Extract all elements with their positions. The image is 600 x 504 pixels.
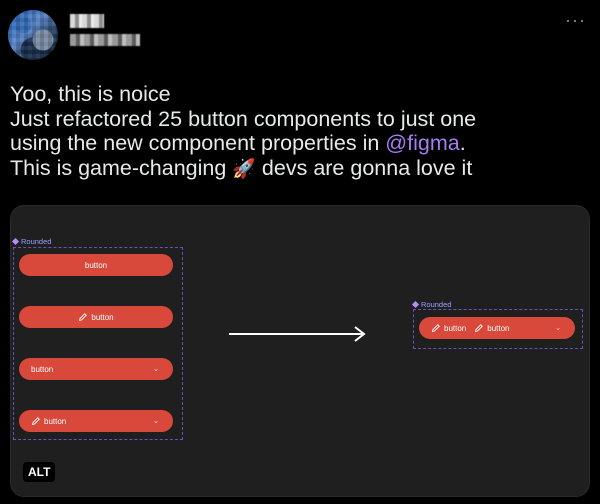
button-variant-icon[interactable]: button: [19, 306, 173, 328]
button-variant-icon-dropdown[interactable]: button ⌄: [19, 410, 173, 432]
merged-button-component[interactable]: button button ⌄: [419, 317, 575, 339]
tweet-media-image[interactable]: Rounded button button button ⌄ button ⌄ …: [10, 205, 590, 497]
chevron-down-icon: ⌄: [555, 325, 561, 332]
pencil-icon: [475, 324, 484, 333]
handle-redacted[interactable]: [70, 34, 140, 46]
left-frame-label-text: Rounded: [21, 237, 52, 246]
button-label: button: [44, 416, 67, 426]
figma-mention-link[interactable]: @figma: [385, 131, 459, 155]
right-arrow-icon: [229, 326, 366, 342]
avatar-pixelation: [8, 10, 58, 60]
display-name-redacted[interactable]: [70, 14, 104, 28]
button-variant-plain[interactable]: button: [19, 254, 173, 276]
button-label: button: [91, 312, 114, 322]
button-label: button: [487, 323, 510, 333]
chevron-down-icon: ⌄: [153, 366, 159, 373]
component-diamond-icon: [11, 237, 20, 246]
tweet-line-3: using the new component properties in @f…: [10, 131, 595, 156]
button-label: button: [84, 260, 108, 270]
left-frame-label: Rounded: [11, 237, 52, 246]
avatar[interactable]: [8, 10, 58, 60]
component-diamond-icon: [411, 300, 420, 309]
button-variant-dropdown[interactable]: button ⌄: [19, 358, 173, 380]
button-label: button: [444, 323, 467, 333]
right-frame-label: Rounded: [411, 300, 452, 309]
rocket-emoji: 🚀: [232, 158, 256, 180]
tweet-line-3-end: .: [459, 131, 466, 155]
alt-text-badge[interactable]: ALT: [23, 462, 56, 482]
tweet-line-4-text: This is game-changing: [10, 155, 233, 180]
more-options-icon[interactable]: ···: [565, 10, 586, 31]
pencil-icon: [79, 313, 88, 322]
button-label: button: [31, 364, 54, 374]
tweet-line-4: This is game-changing 🚀 devs are gonna l…: [10, 156, 595, 183]
right-frame-label-text: Rounded: [421, 300, 452, 309]
tweet-line-4-end: devs are gonna love it: [255, 155, 473, 180]
tweet-text: Yoo, this is noice Just refactored 25 bu…: [10, 82, 595, 182]
pencil-icon: [31, 417, 40, 426]
tweet-line-2: Just refactored 25 button components to …: [10, 106, 477, 131]
pencil-icon: [431, 324, 440, 333]
tweet-line-1: Yoo, this is noice: [10, 82, 171, 106]
chevron-down-icon: ⌄: [153, 418, 159, 425]
tweet-line-3-text: using the new component properties in: [10, 131, 386, 155]
